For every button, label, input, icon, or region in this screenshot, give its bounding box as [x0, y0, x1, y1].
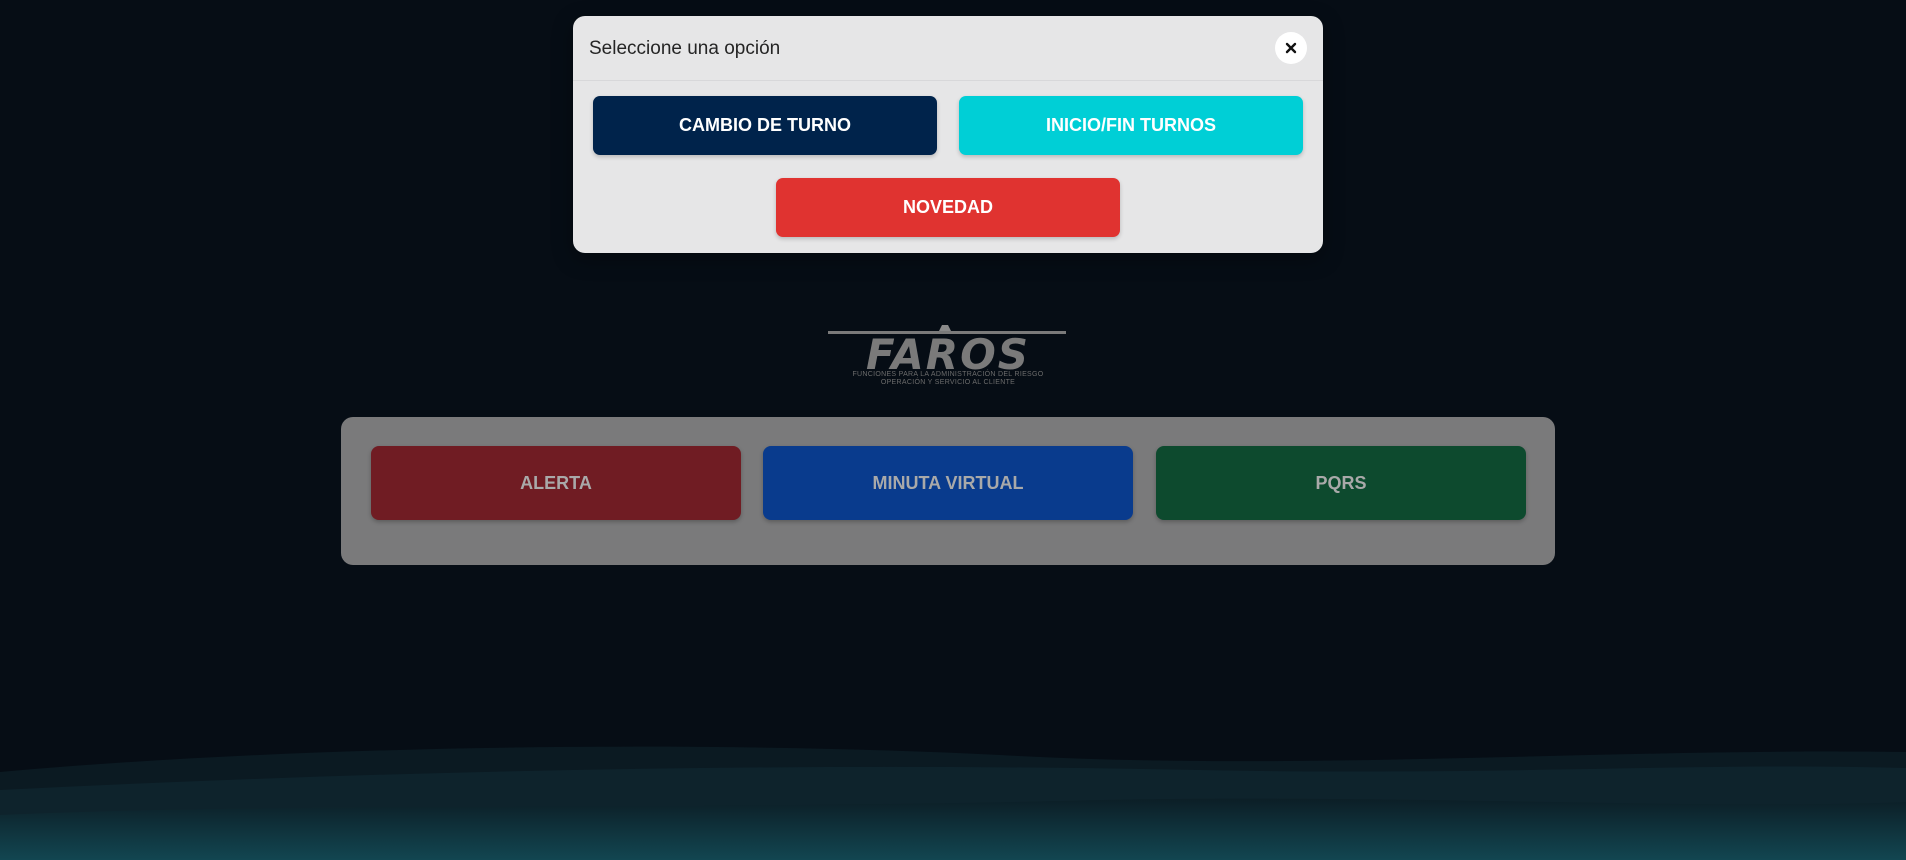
option-modal: Seleccione una opción CAMBIO DE TURNO IN… [573, 16, 1323, 253]
close-icon [1285, 42, 1297, 54]
modal-header: Seleccione una opción [573, 16, 1323, 81]
cambio-de-turno-button[interactable]: CAMBIO DE TURNO [593, 96, 937, 155]
modal-title: Seleccione una opción [589, 38, 781, 59]
novedad-button[interactable]: NOVEDAD [776, 178, 1120, 237]
inicio-fin-turnos-button[interactable]: INICIO/FIN TURNOS [959, 96, 1303, 155]
close-button[interactable] [1275, 32, 1307, 64]
app-page: FAROS FUNCIONES PARA LA ADMINISTRACIÓN D… [0, 0, 1906, 860]
